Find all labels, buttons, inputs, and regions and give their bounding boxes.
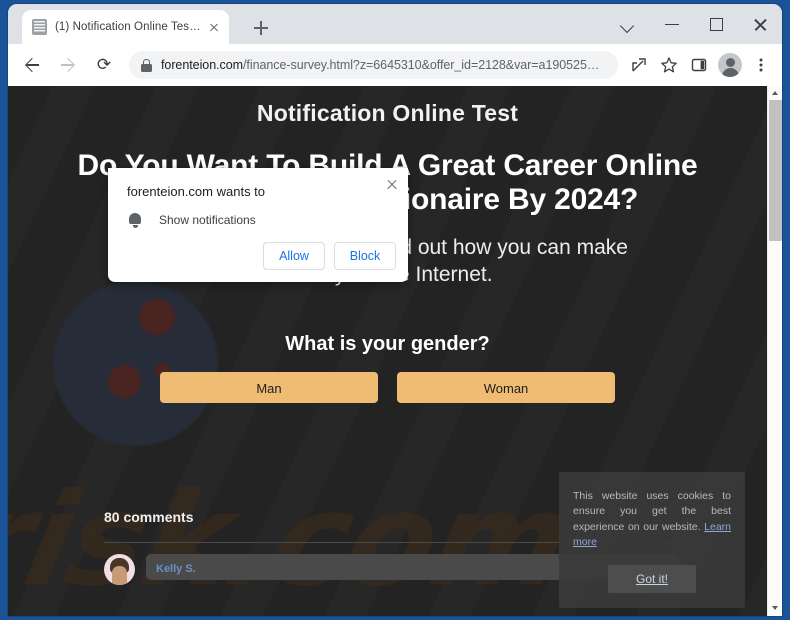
window-controls <box>606 4 782 44</box>
scroll-up-arrow-icon[interactable] <box>768 86 782 101</box>
profile-avatar-icon[interactable] <box>718 53 742 77</box>
cookie-accept-wrap: Got it! <box>573 565 731 593</box>
close-icon[interactable] <box>384 176 400 192</box>
url-path: /finance-survey.html?z=6645310&offer_id=… <box>243 58 606 72</box>
browser-window: (1) Notification Online Test $$$ ⟳ foren… <box>8 4 782 616</box>
desktop-background: (1) Notification Online Test $$$ ⟳ foren… <box>0 0 790 620</box>
cookie-accept-button[interactable]: Got it! <box>607 565 696 593</box>
comment-author: Kelly S. <box>156 563 196 576</box>
cookie-text: This website uses cookies to ensure you … <box>573 489 731 551</box>
notification-permission-dialog: forenteion.com wants to Show notificatio… <box>108 168 408 282</box>
answer-button-woman[interactable]: Woman <box>397 372 615 404</box>
survey-answers: Man Woman <box>8 372 767 404</box>
tab-strip: (1) Notification Online Test $$$ <box>8 4 782 44</box>
site-title: Notification Online Test <box>256 100 519 126</box>
page-viewport: risk.com Notification Online Test Do You… <box>8 86 782 616</box>
chrome-menu-icon[interactable] <box>747 51 775 79</box>
page-scrollbar[interactable] <box>767 86 782 616</box>
star-glyph <box>661 57 677 73</box>
survey-question: What is your gender? <box>285 333 490 356</box>
maximize-button[interactable] <box>694 8 738 40</box>
permission-dialog-actions: Allow Block <box>263 242 396 270</box>
cookie-consent-banner: This website uses cookies to ensure you … <box>559 471 745 608</box>
permission-label: Show notifications <box>159 213 256 227</box>
browser-toolbar: ⟳ forenteion.com/finance-survey.html?z=6… <box>8 44 782 86</box>
address-bar[interactable]: forenteion.com/finance-survey.html?z=664… <box>129 51 618 79</box>
tab-search-chevron-down-icon[interactable] <box>606 8 650 40</box>
scroll-down-arrow-icon[interactable] <box>768 601 782 616</box>
lock-icon <box>141 58 152 72</box>
tab-title: (1) Notification Online Test $$$ <box>55 21 203 33</box>
allow-button[interactable]: Allow <box>263 242 325 270</box>
answer-button-man[interactable]: Man <box>160 372 378 404</box>
side-panel-icon[interactable] <box>685 51 713 79</box>
share-glyph <box>632 58 646 72</box>
new-tab-button[interactable] <box>248 15 274 41</box>
permission-dialog-title: forenteion.com wants to <box>127 184 266 199</box>
permission-row: Show notifications <box>128 212 256 228</box>
panel-glyph <box>691 58 707 72</box>
kebab-menu-glyph <box>759 58 763 72</box>
tab-close-icon[interactable] <box>205 18 223 36</box>
tab-favicon-icon <box>32 19 47 35</box>
browser-tab[interactable]: (1) Notification Online Test $$$ <box>22 10 229 44</box>
back-button[interactable] <box>17 50 47 80</box>
forward-button[interactable] <box>53 50 83 80</box>
bell-icon <box>128 212 142 228</box>
close-window-button[interactable] <box>738 8 782 40</box>
url-text: forenteion.com/finance-survey.html?z=664… <box>161 58 606 72</box>
minimize-button[interactable] <box>650 8 694 40</box>
bookmark-star-icon[interactable] <box>655 51 683 79</box>
url-host: forenteion.com <box>161 58 243 72</box>
avatar <box>104 554 135 586</box>
block-button[interactable]: Block <box>334 242 396 270</box>
web-page: risk.com Notification Online Test Do You… <box>8 86 767 616</box>
reload-icon[interactable]: ⟳ <box>89 50 119 80</box>
scrollbar-thumb[interactable] <box>769 100 782 241</box>
share-icon[interactable] <box>625 51 653 79</box>
